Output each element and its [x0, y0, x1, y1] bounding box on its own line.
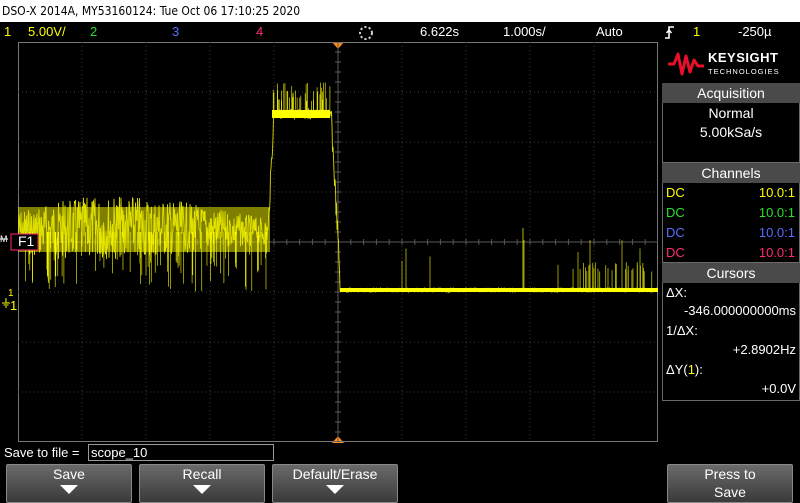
trigger-rising-edge-icon: [665, 26, 674, 39]
default-erase-softkey-label: Default/Erase: [292, 466, 378, 482]
channel-1-number[interactable]: 1: [4, 22, 11, 42]
trigger-level[interactable]: -250µ: [738, 22, 772, 42]
acquisition-running-icon: [359, 26, 373, 40]
save-file-row: Save to file = scope_10: [0, 443, 800, 463]
save-softkey[interactable]: Save: [6, 464, 132, 503]
logo-name: KEYSIGHT: [708, 50, 779, 65]
keysight-wave-icon: [668, 52, 704, 76]
waveform-low-level: [340, 288, 658, 292]
channel-2-number[interactable]: 2: [90, 22, 97, 42]
trigger-mode[interactable]: Auto: [596, 22, 623, 42]
down-arrow-icon: [326, 485, 344, 494]
down-arrow-icon: [60, 485, 78, 494]
window-title: DSO-X 2014A, MY53160124: Tue Oct 06 17:1…: [2, 4, 301, 18]
graticule-svg: [18, 42, 658, 442]
channel-1-row: DC 10.0:1: [666, 185, 795, 200]
channel-3-row: DC 10.0:1: [666, 225, 795, 240]
channel-4-number[interactable]: 4: [256, 22, 263, 42]
acquisition-panel[interactable]: Normal 5.00kSa/s: [662, 103, 800, 163]
down-arrow-icon: [193, 485, 211, 494]
channel-4-row: DC 10.0:1: [666, 245, 795, 260]
delta-x-value: -346.000000000ms: [683, 303, 796, 318]
cursors-header: Cursors: [662, 263, 800, 283]
channel-1-level-marker[interactable]: 1 1: [0, 288, 24, 318]
inverse-delta-x-label: 1/ΔX:: [666, 323, 698, 338]
title-bar: DSO-X 2014A, MY53160124: Tue Oct 06 17:1…: [0, 0, 800, 22]
press-to-label: Press to: [704, 466, 756, 482]
recall-softkey[interactable]: Recall: [139, 464, 265, 503]
channel-1-scale[interactable]: 5.00V/: [28, 22, 66, 42]
delta-y-label: ΔY(1):: [666, 362, 703, 377]
ground-reference-marker[interactable]: M F1: [0, 233, 40, 251]
ground-marker-text: M: [0, 234, 8, 244]
channel-3-number[interactable]: 3: [172, 22, 179, 42]
channels-panel[interactable]: DC 10.0:1 DC 10.0:1 DC 10.0:1 DC 10.0:1: [662, 183, 800, 263]
cursors-panel[interactable]: ΔX: -346.000000000ms 1/ΔX: +2.8902Hz ΔY(…: [662, 283, 800, 401]
channel-2-row: DC 10.0:1: [666, 205, 795, 220]
acquisition-mode: Normal: [708, 105, 754, 121]
save-softkey-label: Save: [53, 466, 85, 482]
function-1-label: F1: [18, 233, 35, 249]
status-bar: 1 5.00V/ 2 3 4 6.622s 1.000s/ Auto 1 -25…: [0, 22, 800, 42]
acquisition-header: Acquisition: [662, 83, 800, 103]
delta-x-label: ΔX:: [666, 285, 687, 300]
trigger-source[interactable]: 1: [693, 22, 700, 42]
inverse-delta-x-value: +2.8902Hz: [732, 342, 796, 357]
logo-sub: TECHNOLOGIES: [708, 67, 780, 76]
waveform-display[interactable]: [18, 42, 658, 442]
recall-softkey-label: Recall: [182, 466, 222, 482]
side-panel: KEYSIGHT TECHNOLOGIES Acquisition Normal…: [660, 42, 800, 443]
default-erase-softkey[interactable]: Default/Erase: [272, 464, 398, 503]
keysight-logo: KEYSIGHT TECHNOLOGIES: [660, 44, 800, 82]
save-to-file-label: Save to file =: [4, 445, 80, 460]
press-save-label: Save: [714, 484, 746, 500]
delta-y-channel: 1: [687, 362, 695, 377]
delta-y-value: +0.0V: [761, 381, 796, 396]
channels-header: Channels: [662, 163, 800, 183]
file-name-input[interactable]: scope_10: [88, 444, 274, 461]
channel-1-marker-label: 1: [10, 298, 18, 313]
time-delay[interactable]: 6.622s: [420, 22, 459, 42]
sample-rate: 5.00kSa/s: [699, 124, 763, 140]
time-scale[interactable]: 1.000s/: [503, 22, 546, 42]
press-to-save-softkey[interactable]: Press to Save: [667, 464, 793, 503]
